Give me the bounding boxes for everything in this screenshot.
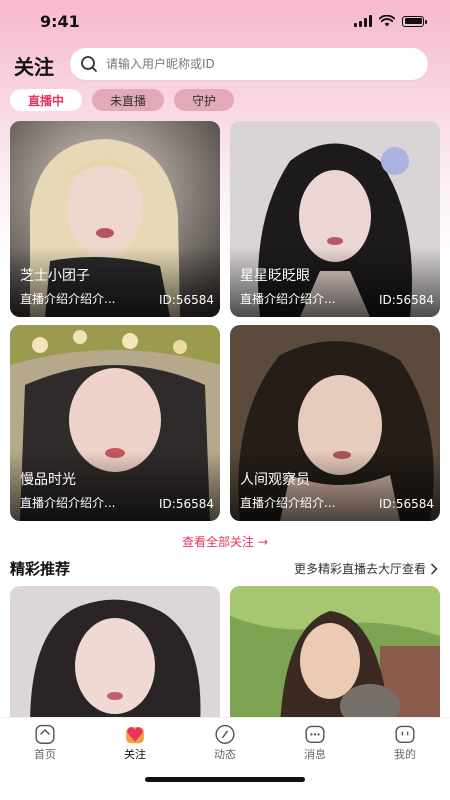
heart-icon xyxy=(126,727,144,744)
nav-label-home: 首页 xyxy=(34,748,56,761)
home-icon xyxy=(35,724,55,744)
streamer-id: ID:56584 xyxy=(159,497,214,511)
search-input[interactable] xyxy=(104,56,408,72)
header: 关注 xyxy=(0,48,450,82)
page-title: 关注 xyxy=(14,55,54,79)
nav-item-profile[interactable]: 我的 xyxy=(360,722,450,762)
streamer-card[interactable]: 慢品时光 直播介绍介绍介... ID:56584 xyxy=(10,325,220,521)
streamer-card[interactable]: 人间观察员 直播介绍介绍介... ID:56584 xyxy=(230,325,440,521)
recommend-more-link[interactable]: 更多精彩直播去大厅查看 xyxy=(294,560,438,577)
stream-intro: 直播介绍介绍介... xyxy=(20,496,116,510)
tab-offline[interactable]: 未直播 xyxy=(92,89,165,111)
home-indicator xyxy=(145,777,305,782)
nav-item-follow[interactable]: 关注 xyxy=(90,722,180,762)
tab-live[interactable]: 直播中 xyxy=(10,89,83,111)
arrow-right-icon: → xyxy=(257,535,269,549)
nav-item-feed[interactable]: 动态 xyxy=(180,722,270,762)
streamer-id: ID:56584 xyxy=(379,293,434,307)
nav-label-profile: 我的 xyxy=(394,748,416,761)
nav-item-messages[interactable]: 消息 xyxy=(270,722,360,762)
stream-intro: 直播介绍介绍介... xyxy=(20,292,116,306)
search-icon xyxy=(81,56,97,72)
streamer-card[interactable]: 芝士小团子 直播介绍介绍介... ID:56584 xyxy=(10,121,220,317)
streamer-name: 人间观察员 xyxy=(240,472,310,488)
stream-intro: 直播介绍介绍介... xyxy=(240,496,336,510)
search-bar[interactable] xyxy=(70,48,428,80)
view-all-follows-link[interactable]: 查看全部关注 → xyxy=(0,533,450,550)
recommend-more-label: 更多精彩直播去大厅查看 xyxy=(293,562,426,576)
view-all-label: 查看全部关注 xyxy=(181,535,254,549)
cellular-signal-icon xyxy=(354,15,372,27)
streamer-name: 芝士小团子 xyxy=(20,268,90,284)
recommend-title: 精彩推荐 xyxy=(10,560,71,578)
wifi-icon xyxy=(379,15,395,27)
streamer-name: 星星眨眨眼 xyxy=(240,268,310,284)
recommend-card[interactable] xyxy=(230,586,440,726)
recommend-grid xyxy=(10,586,440,726)
nav-label-feed: 动态 xyxy=(214,748,236,761)
recommend-photo xyxy=(230,586,440,726)
status-bar: 9:41 xyxy=(0,0,450,44)
message-icon xyxy=(305,725,325,744)
nav-item-home[interactable]: 首页 xyxy=(0,722,90,762)
status-icons xyxy=(354,15,427,27)
tab-bar: 直播中 未直播 守护 xyxy=(10,89,235,111)
recommend-photo xyxy=(10,586,220,726)
streamer-id: ID:56584 xyxy=(379,497,434,511)
nav-label-messages: 消息 xyxy=(304,748,326,761)
streamer-id: ID:56584 xyxy=(159,293,214,307)
follow-grid: 芝士小团子 直播介绍介绍介... ID:56584 星星眨眨眼 直播介绍介绍介.… xyxy=(10,121,440,521)
recommend-card[interactable] xyxy=(10,586,220,726)
streamer-card[interactable]: 星星眨眨眼 直播介绍介绍介... ID:56584 xyxy=(230,121,440,317)
battery-icon xyxy=(402,15,427,27)
chevron-right-icon xyxy=(430,562,438,575)
status-time: 9:41 xyxy=(40,12,80,31)
bottom-nav: 首页 关注 动态 消息 我的 xyxy=(0,717,450,800)
nav-label-follow: 关注 xyxy=(124,748,146,761)
profile-icon xyxy=(395,725,415,744)
tab-guard[interactable]: 守护 xyxy=(174,89,235,111)
stream-intro: 直播介绍介绍介... xyxy=(240,292,336,306)
compass-icon xyxy=(215,724,235,744)
streamer-name: 慢品时光 xyxy=(20,472,76,488)
